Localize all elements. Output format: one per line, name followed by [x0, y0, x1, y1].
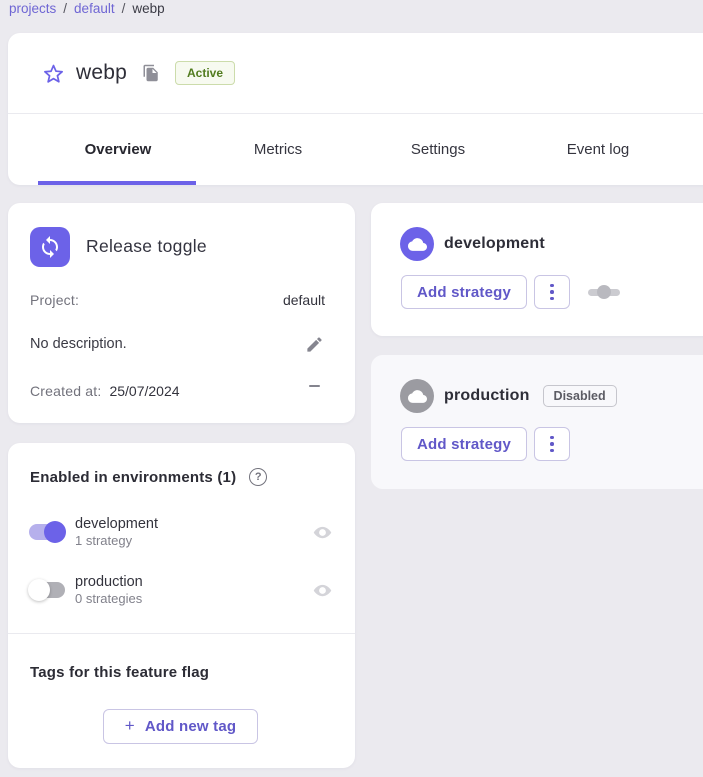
production-toggle[interactable]	[28, 579, 66, 601]
add-strategy-button[interactable]: Add strategy	[401, 275, 527, 309]
panel-header: development	[400, 227, 545, 261]
panel-actions: Add strategy	[401, 275, 620, 309]
environments-title-row: Enabled in environments (1) ?	[30, 468, 267, 486]
toggle-thumb	[28, 579, 50, 601]
cloud-environment-icon	[400, 379, 434, 413]
feature-flag-page: projects / default / webp webp Active Ov…	[0, 0, 703, 777]
status-badge: Active	[175, 61, 235, 85]
environment-texts: production 0 strategies	[75, 574, 143, 606]
environments-card: Enabled in environments (1) ? developmen…	[8, 443, 355, 768]
cloud-environment-icon	[400, 227, 434, 261]
mini-switch-thumb	[597, 285, 611, 299]
feature-header-card: webp Active Overview Metrics Settings Ev…	[8, 33, 703, 185]
kebab-dot	[550, 449, 554, 453]
help-icon[interactable]: ?	[249, 468, 267, 486]
tab-event-log[interactable]: Event log	[518, 114, 678, 185]
environment-strategy-count: 0 strategies	[75, 591, 143, 606]
created-at-label: Created at:	[30, 383, 101, 399]
add-new-tag-button[interactable]: + Add new tag	[103, 709, 258, 744]
edit-description-icon[interactable]	[303, 333, 325, 355]
created-row: Created at: 25/07/2024	[30, 383, 325, 399]
kebab-dot	[550, 297, 554, 301]
collapse-dash-icon	[309, 385, 320, 387]
environments-title: Enabled in environments (1)	[30, 469, 236, 486]
environment-row-development: development 1 strategy	[28, 510, 333, 554]
visibility-eye-icon[interactable]	[311, 579, 333, 601]
breadcrumb-link-projects[interactable]: projects	[9, 1, 56, 16]
favorite-star-icon[interactable]	[41, 61, 65, 85]
more-options-kebab-icon[interactable]	[534, 275, 570, 309]
tab-settings[interactable]: Settings	[358, 114, 518, 185]
panel-actions: Add strategy	[401, 427, 570, 461]
environment-enabled-switch[interactable]	[588, 285, 620, 299]
panel-header: production Disabled	[400, 379, 617, 413]
more-options-kebab-icon[interactable]	[534, 427, 570, 461]
tab-bar: Overview Metrics Settings Event log	[38, 114, 678, 185]
tags-section-title: Tags for this feature flag	[30, 664, 209, 681]
kebab-dot	[550, 284, 554, 288]
created-at-value: 25/07/2024	[109, 383, 179, 399]
release-toggle-type-icon	[30, 227, 70, 267]
kebab-dot	[550, 442, 554, 446]
environment-panel-name: development	[444, 235, 545, 253]
visibility-eye-icon[interactable]	[311, 521, 333, 543]
feature-details-card: Release toggle Project: default No descr…	[8, 203, 355, 423]
feature-header-row: webp Active	[8, 33, 703, 113]
breadcrumb-separator: /	[63, 1, 67, 16]
description-row: No description.	[30, 333, 325, 355]
environment-name: production	[75, 574, 143, 590]
kebab-dot	[550, 436, 554, 440]
breadcrumb-current: webp	[132, 1, 164, 16]
environment-name: development	[75, 516, 158, 532]
disabled-badge: Disabled	[543, 385, 617, 407]
add-new-tag-label: Add new tag	[145, 718, 236, 735]
project-value: default	[283, 292, 325, 308]
card-divider	[8, 633, 355, 634]
production-environment-panel: production Disabled Add strategy	[371, 355, 703, 489]
add-strategy-button[interactable]: Add strategy	[401, 427, 527, 461]
project-row: Project: default	[30, 292, 325, 308]
environment-panel-name: production	[444, 387, 530, 405]
environment-strategy-count: 1 strategy	[75, 533, 158, 548]
development-environment-panel: development Add strategy	[371, 203, 703, 336]
tab-overview[interactable]: Overview	[38, 114, 198, 185]
development-toggle[interactable]	[28, 521, 66, 543]
description-text: No description.	[30, 336, 127, 352]
page-title: webp	[76, 61, 127, 85]
feature-type-title: Release toggle	[86, 236, 207, 257]
environment-texts: development 1 strategy	[75, 516, 158, 548]
tab-metrics[interactable]: Metrics	[198, 114, 358, 185]
plus-icon: +	[125, 716, 135, 736]
kebab-dot	[550, 290, 554, 294]
toggle-thumb	[44, 521, 66, 543]
breadcrumb: projects / default / webp	[9, 1, 165, 16]
environment-row-production: production 0 strategies	[28, 568, 333, 612]
copy-name-icon[interactable]	[141, 63, 161, 83]
breadcrumb-separator: /	[122, 1, 126, 16]
breadcrumb-link-project-default[interactable]: default	[74, 1, 115, 16]
project-label: Project:	[30, 292, 79, 308]
